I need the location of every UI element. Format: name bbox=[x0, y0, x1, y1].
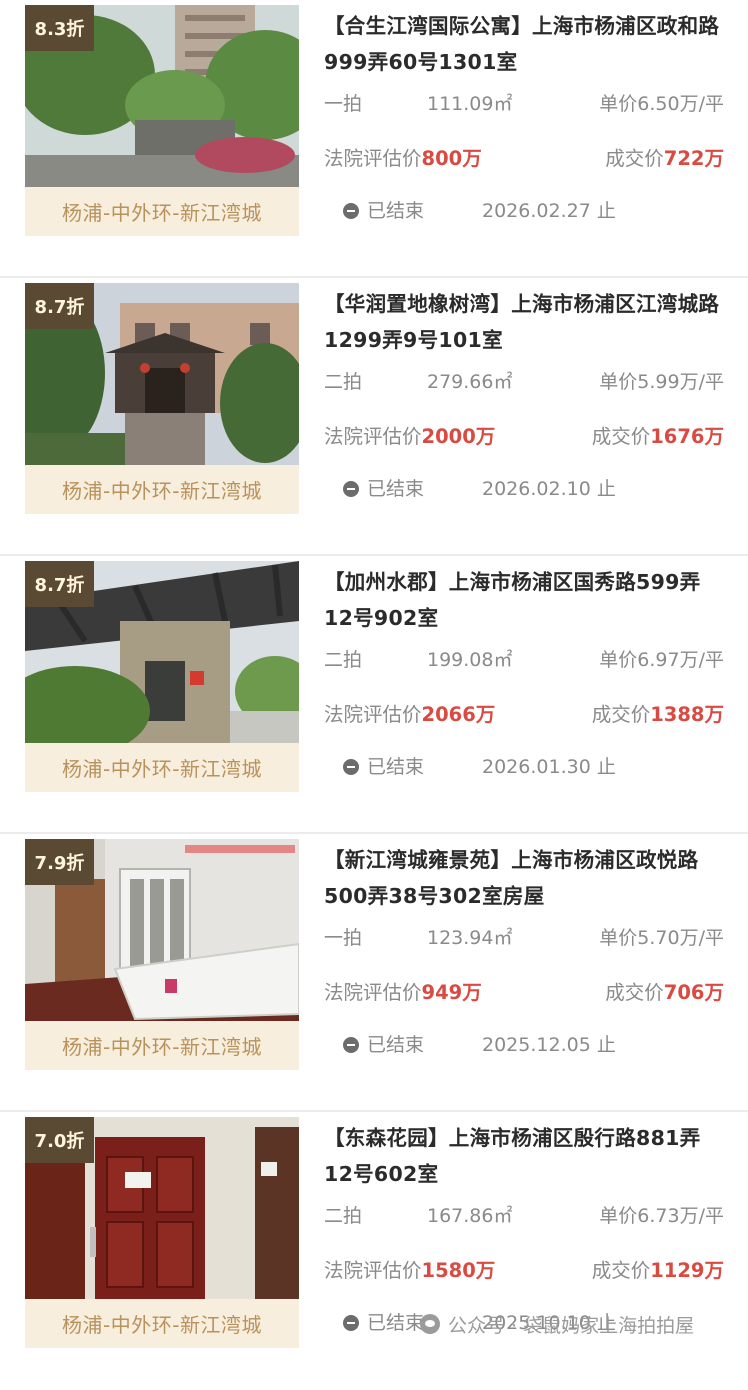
region-label: 杨浦-中外环-新江湾城 bbox=[25, 465, 299, 514]
deal-value: 1676万 bbox=[650, 425, 724, 448]
listing-title[interactable]: 【华润置地橡树湾】上海市杨浦区江湾城路1299弄9号101室 bbox=[324, 286, 726, 358]
listing-card[interactable]: 8.7折 杨浦-中外环-新江湾城 【华润置地橡树湾】上海市杨浦区江湾城路1299… bbox=[0, 278, 748, 556]
deal-value: 1129万 bbox=[650, 1259, 724, 1282]
unit-price: 单价6.73万/平 bbox=[599, 1205, 724, 1227]
deal-value: 706万 bbox=[663, 981, 724, 1004]
listing-prices: 法院评估价1580万 成交价1129万 bbox=[324, 1254, 724, 1284]
unit-price: 单价6.50万/平 bbox=[599, 93, 724, 115]
auction-round: 一拍 bbox=[324, 927, 363, 949]
appraisal-price: 法院评估价800万 bbox=[324, 142, 482, 171]
auction-round: 二拍 bbox=[324, 371, 363, 393]
watermark-text: 公众号 · 袋鼠妈家上海拍拍屋 bbox=[448, 1314, 695, 1337]
deal-price: 成交价1129万 bbox=[592, 1254, 724, 1283]
floor-area: 123.94㎡ bbox=[427, 927, 513, 949]
watermark: 公众号 · 袋鼠妈家上海拍拍屋 bbox=[420, 1308, 694, 1340]
ended-status-icon bbox=[343, 203, 359, 219]
end-date: 2025.12.05 止 bbox=[482, 1034, 616, 1056]
wechat-icon bbox=[420, 1314, 440, 1334]
listing-prices: 法院评估价2000万 成交价1676万 bbox=[324, 420, 724, 450]
listing-specs: 二拍 167.86㎡ 单价6.73万/平 bbox=[324, 1201, 724, 1231]
listing-card[interactable]: 7.9折 杨浦-中外环-新江湾城 【新江湾城雍景苑】上海市杨浦区政悦路500弄3… bbox=[0, 834, 748, 1112]
deal-price: 成交价722万 bbox=[605, 142, 724, 171]
discount-badge: 8.7折 bbox=[25, 283, 94, 329]
appraisal-value: 1580万 bbox=[421, 1259, 496, 1282]
deal-value: 1388万 bbox=[650, 703, 724, 726]
appraisal-label: 法院评估价 bbox=[324, 981, 422, 1004]
discount-badge: 7.0折 bbox=[25, 1117, 94, 1163]
discount-badge: 8.7折 bbox=[25, 561, 94, 607]
discount-badge: 7.9折 bbox=[25, 839, 94, 885]
end-date: 2026.02.10 止 bbox=[482, 478, 616, 500]
appraisal-price: 法院评估价1580万 bbox=[324, 1254, 495, 1283]
floor-area: 111.09㎡ bbox=[427, 93, 513, 115]
unit-price: 单价5.70万/平 bbox=[599, 927, 724, 949]
listing-prices: 法院评估价2066万 成交价1388万 bbox=[324, 698, 724, 728]
appraisal-price: 法院评估价2066万 bbox=[324, 698, 495, 727]
listing-card[interactable]: 8.7折 杨浦-中外环-新江湾城 【加州水郡】上海市杨浦区国秀路599弄12号9… bbox=[0, 556, 748, 834]
region-label: 杨浦-中外环-新江湾城 bbox=[25, 187, 299, 236]
deal-price: 成交价706万 bbox=[605, 976, 724, 1005]
status-text: 已结束 bbox=[367, 756, 425, 778]
deal-price: 成交价1388万 bbox=[592, 698, 724, 727]
appraisal-price: 法院评估价949万 bbox=[324, 976, 482, 1005]
appraisal-label: 法院评估价 bbox=[324, 703, 422, 726]
floor-area: 279.66㎡ bbox=[427, 371, 513, 393]
floor-area: 167.86㎡ bbox=[427, 1205, 513, 1227]
region-label: 杨浦-中外环-新江湾城 bbox=[25, 743, 299, 792]
ended-status-icon bbox=[343, 1315, 359, 1331]
listing-specs: 一拍 123.94㎡ 单价5.70万/平 bbox=[324, 923, 724, 953]
ended-status-icon bbox=[343, 759, 359, 775]
floor-area: 199.08㎡ bbox=[427, 649, 513, 671]
deal-label: 成交价 bbox=[591, 1259, 651, 1282]
status-text: 已结束 bbox=[367, 478, 425, 500]
appraisal-price: 法院评估价2000万 bbox=[324, 420, 495, 449]
deal-value: 722万 bbox=[663, 147, 724, 170]
end-date: 2026.01.30 止 bbox=[482, 756, 616, 778]
listing-title[interactable]: 【东森花园】上海市杨浦区殷行路881弄12号602室 bbox=[324, 1120, 726, 1192]
status-text: 已结束 bbox=[367, 1034, 425, 1056]
listing-card[interactable]: 8.3折 杨浦-中外环-新江湾城 【合生江湾国际公寓】上海市杨浦区政和路999弄… bbox=[0, 0, 748, 278]
appraisal-value: 2000万 bbox=[421, 425, 496, 448]
listing-prices: 法院评估价949万 成交价706万 bbox=[324, 976, 724, 1006]
deal-label: 成交价 bbox=[605, 147, 664, 170]
appraisal-value: 2066万 bbox=[421, 703, 496, 726]
listing-card[interactable]: 7.0折 杨浦-中外环-新江湾城 【东森花园】上海市杨浦区殷行路881弄12号6… bbox=[0, 1112, 748, 1390]
unit-price: 单价6.97万/平 bbox=[599, 649, 724, 671]
listing-specs: 一拍 111.09㎡ 单价6.50万/平 bbox=[324, 89, 724, 119]
appraisal-value: 949万 bbox=[421, 981, 482, 1004]
discount-badge: 8.3折 bbox=[25, 5, 94, 51]
ended-status-icon bbox=[343, 1037, 359, 1053]
auction-status: 已结束 2026.02.10 止 bbox=[340, 474, 730, 504]
auction-round: 二拍 bbox=[324, 649, 363, 671]
region-label: 杨浦-中外环-新江湾城 bbox=[25, 1299, 299, 1348]
deal-label: 成交价 bbox=[591, 425, 651, 448]
deal-price: 成交价1676万 bbox=[592, 420, 724, 449]
listing-title[interactable]: 【合生江湾国际公寓】上海市杨浦区政和路999弄60号1301室 bbox=[324, 8, 726, 80]
auction-round: 二拍 bbox=[324, 1205, 363, 1227]
appraisal-label: 法院评估价 bbox=[324, 147, 422, 170]
appraisal-value: 800万 bbox=[421, 147, 482, 170]
listing-prices: 法院评估价800万 成交价722万 bbox=[324, 142, 724, 172]
deal-label: 成交价 bbox=[591, 703, 651, 726]
ended-status-icon bbox=[343, 481, 359, 497]
listing-title[interactable]: 【新江湾城雍景苑】上海市杨浦区政悦路500弄38号302室房屋 bbox=[324, 842, 726, 914]
status-text: 已结束 bbox=[367, 200, 425, 222]
region-label: 杨浦-中外环-新江湾城 bbox=[25, 1021, 299, 1070]
status-text: 已结束 bbox=[367, 1312, 425, 1334]
listing-specs: 二拍 199.08㎡ 单价6.97万/平 bbox=[324, 645, 724, 675]
appraisal-label: 法院评估价 bbox=[324, 425, 422, 448]
listing-specs: 二拍 279.66㎡ 单价5.99万/平 bbox=[324, 367, 724, 397]
listing-title[interactable]: 【加州水郡】上海市杨浦区国秀路599弄12号902室 bbox=[324, 564, 726, 636]
end-date: 2026.02.27 止 bbox=[482, 200, 616, 222]
auction-round: 一拍 bbox=[324, 93, 363, 115]
unit-price: 单价5.99万/平 bbox=[599, 371, 724, 393]
auction-status: 已结束 2026.02.27 止 bbox=[340, 196, 730, 226]
deal-label: 成交价 bbox=[605, 981, 664, 1004]
appraisal-label: 法院评估价 bbox=[324, 1259, 422, 1282]
auction-status: 已结束 2025.12.05 止 bbox=[340, 1030, 730, 1060]
auction-status: 已结束 2026.01.30 止 bbox=[340, 752, 730, 782]
